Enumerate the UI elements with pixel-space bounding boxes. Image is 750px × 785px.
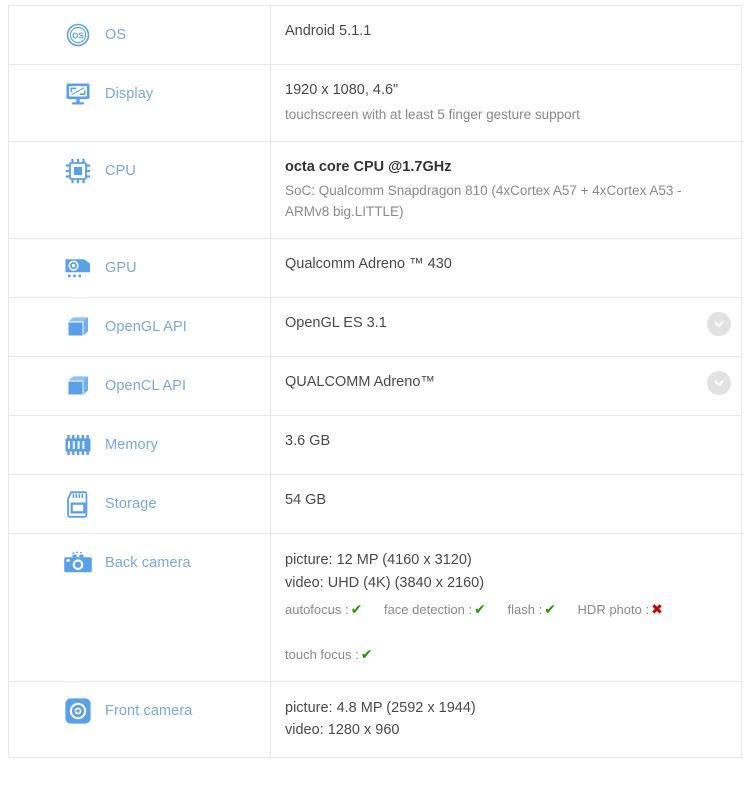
spec-label-cell-storage: Storage (9, 475, 271, 534)
feature-flag-label: HDR photo : (578, 602, 650, 617)
os-version-value: Android 5.1.1 (285, 21, 701, 43)
spec-value-cell-storage: 54 GB (271, 475, 742, 534)
cube-icon (63, 312, 93, 342)
opencl-version-value: QUALCOMM Adreno™ (285, 372, 701, 394)
spec-label-cell-display: Display (9, 65, 271, 142)
back-camera-feature-flags: autofocus :✔ face detection :✔ flash :✔ … (285, 598, 701, 621)
back-camera-video-value: video: UHD (4K) (3840 x 2160) (285, 572, 701, 594)
feature-flag-label: autofocus : (285, 602, 349, 617)
spec-label-back-camera: Back camera (105, 555, 191, 571)
spec-value-cell-cpu: octa core CPU @1.7GHz SoC: Qualcomm Snap… (271, 141, 742, 239)
opengl-version-value: OpenGL ES 3.1 (285, 313, 701, 335)
spec-value-cell-os: Android 5.1.1 (271, 6, 742, 65)
spec-label-front-camera: Front camera (105, 703, 192, 719)
spec-value-cell-gpu: Qualcomm Adreno ™ 430 (271, 239, 742, 298)
spec-label-display: Display (105, 86, 153, 102)
cpu-cores-value: octa core CPU @1.7GHz (285, 157, 701, 179)
back-camera-feature-flags-second: touch focus :✔ (285, 643, 701, 666)
check-icon: ✔ (544, 601, 556, 617)
spec-label-storage: Storage (105, 496, 157, 512)
table-row: Memory 3.6 GB (9, 416, 742, 475)
table-row: GPU Qualcomm Adreno ™ 430 (9, 239, 742, 298)
cross-icon: ✖ (651, 601, 663, 617)
gpu-card-icon (63, 253, 93, 283)
feature-flag-label: face detection : (384, 602, 472, 617)
front-camera-icon (63, 696, 93, 726)
spec-label-cell-gpu: GPU (9, 239, 271, 298)
feature-flag-flash: flash :✔ (508, 598, 556, 621)
display-resolution-value: 1920 x 1080, 4.6" (285, 80, 701, 102)
check-icon: ✔ (351, 601, 363, 617)
table-row: OpenCL API QUALCOMM Adreno™ (9, 357, 742, 416)
os-badge-icon: OS (63, 20, 93, 50)
gpu-model-value: Qualcomm Adreno ™ 430 (285, 254, 701, 276)
spec-label-gpu: GPU (105, 260, 137, 276)
spec-label-os: OS (105, 27, 126, 43)
table-row: CPU octa core CPU @1.7GHz SoC: Qualcomm … (9, 141, 742, 239)
sd-card-icon (63, 489, 93, 519)
table-row: Display 1920 x 1080, 4.6" touchscreen wi… (9, 65, 742, 142)
spec-label-cell-opengl: OpenGL API (9, 298, 271, 357)
monitor-icon (63, 79, 93, 109)
spec-label-opengl: OpenGL API (105, 319, 187, 335)
check-icon: ✔ (361, 646, 373, 662)
cube-icon (63, 371, 93, 401)
chevron-down-icon-opencl[interactable] (707, 371, 731, 395)
table-row: OS OS Android 5.1.1 (9, 6, 742, 65)
table-row: OpenGL API OpenGL ES 3.1 (9, 298, 742, 357)
cpu-soc-value: SoC: Qualcomm Snapdragon 810 (4xCortex A… (285, 181, 701, 223)
table-row: Back camera picture: 12 MP (4160 x 3120)… (9, 534, 742, 682)
spec-value-cell-display: 1920 x 1080, 4.6" touchscreen with at le… (271, 65, 742, 142)
spec-label-memory: Memory (105, 437, 158, 453)
display-touch-note: touchscreen with at least 5 finger gestu… (285, 105, 701, 126)
spec-value-cell-front-camera: picture: 4.8 MP (2592 x 1944) video: 128… (271, 681, 742, 757)
spec-label-cell-opencl: OpenCL API (9, 357, 271, 416)
chevron-down-icon-opengl[interactable] (707, 312, 731, 336)
front-camera-picture-value: picture: 4.8 MP (2592 x 1944) (285, 697, 701, 719)
spec-label-cell-memory: Memory (9, 416, 271, 475)
feature-flag-hdr-photo: HDR photo :✖ (578, 598, 663, 621)
feature-flag-touch-focus: touch focus :✔ (285, 643, 372, 666)
back-camera-picture-value: picture: 12 MP (4160 x 3120) (285, 549, 701, 571)
spec-label-opencl: OpenCL API (105, 378, 186, 394)
memory-size-value: 3.6 GB (285, 431, 701, 453)
storage-size-value: 54 GB (285, 490, 701, 512)
spec-label-cell-front-camera: Front camera (9, 681, 271, 757)
feature-flag-autofocus: autofocus :✔ (285, 598, 362, 621)
spec-label-cell-back-camera: Back camera (9, 534, 271, 682)
spec-label-cell-os: OS OS (9, 6, 271, 65)
spec-label-cell-cpu: CPU (9, 141, 271, 239)
memory-chip-icon (63, 430, 93, 460)
svg-text:OS: OS (72, 31, 84, 40)
check-icon: ✔ (474, 601, 486, 617)
device-spec-table: OS OS Android 5.1.1 (8, 5, 742, 758)
spec-value-cell-opengl: OpenGL ES 3.1 (271, 298, 742, 357)
spec-value-cell-memory: 3.6 GB (271, 416, 742, 475)
front-camera-video-value: video: 1280 x 960 (285, 719, 701, 741)
table-row: Front camera picture: 4.8 MP (2592 x 194… (9, 681, 742, 757)
table-row: Storage 54 GB (9, 475, 742, 534)
camera-icon (63, 548, 93, 578)
cpu-chip-icon (63, 156, 93, 186)
spec-value-cell-back-camera: picture: 12 MP (4160 x 3120) video: UHD … (271, 534, 742, 682)
feature-flag-label: flash : (508, 602, 543, 617)
feature-flag-face-detection: face detection :✔ (384, 598, 486, 621)
feature-flag-label: touch focus : (285, 647, 359, 662)
spec-label-cpu: CPU (105, 163, 136, 179)
spec-value-cell-opencl: QUALCOMM Adreno™ (271, 357, 742, 416)
